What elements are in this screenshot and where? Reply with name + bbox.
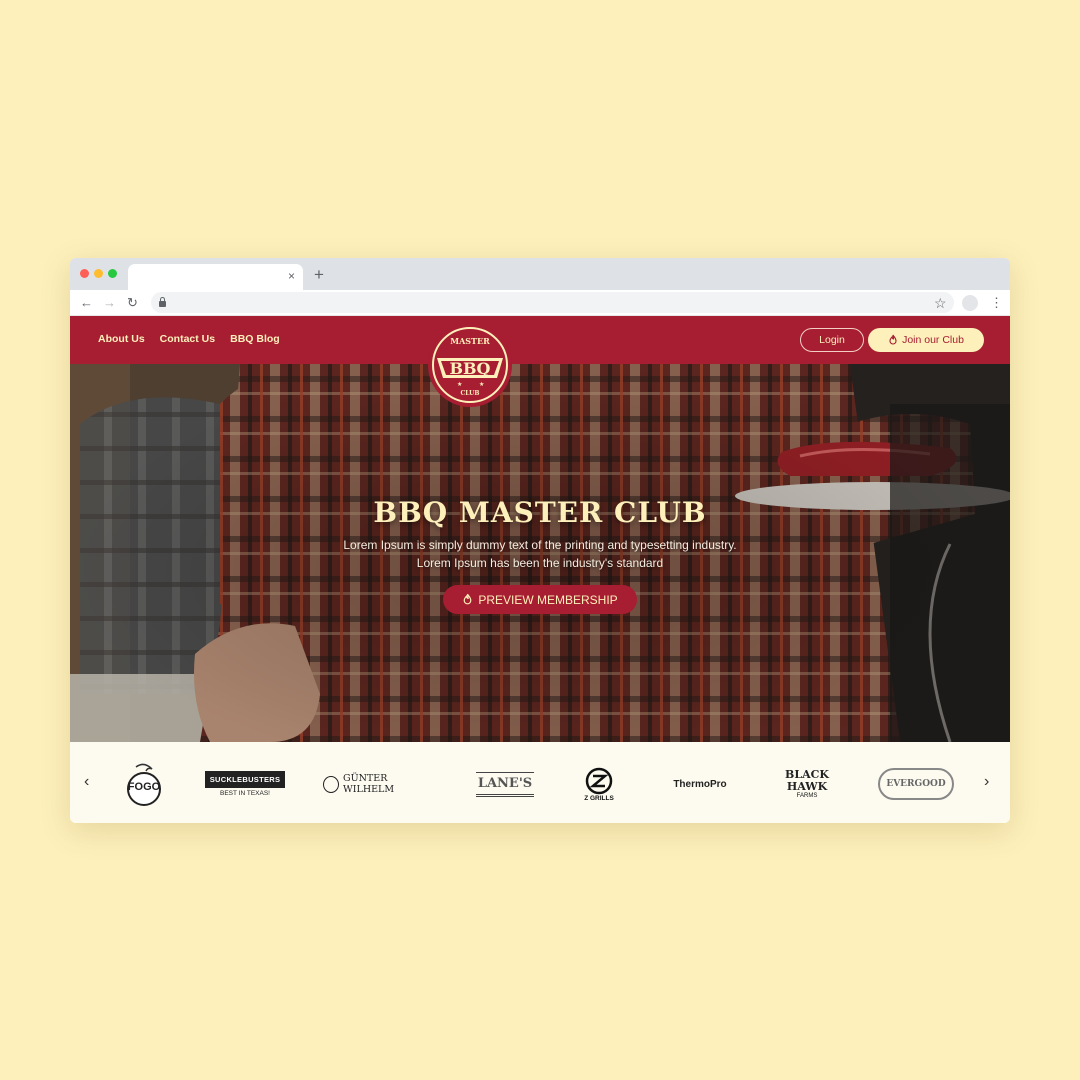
maximize-window-button[interactable]	[108, 269, 117, 278]
address-bar[interactable]	[151, 292, 954, 313]
flame-icon	[889, 334, 897, 345]
brand-sucklebusters-sub: BEST IN TEXAS!	[220, 790, 270, 797]
brand-logo-z-grills[interactable]: Z GRILLS	[577, 760, 621, 808]
brand-lanes-text: LANE'S	[475, 771, 535, 797]
hero-description: Lorem Ipsum is simply dummy text of the …	[343, 538, 737, 570]
brand-thermopro-text: ThermoPro	[673, 778, 727, 790]
close-tab-icon[interactable]: ×	[288, 268, 295, 284]
lock-icon	[159, 297, 166, 307]
browser-window: × + ← → ↻ ☆ ⋮ About Us Contact Us BBQ Bl…	[70, 258, 1010, 823]
logo-main-text: BBQ	[450, 359, 491, 378]
bookmark-star-icon[interactable]: ☆	[934, 293, 947, 313]
brand-evergood-text: EVERGOOD	[878, 768, 954, 800]
brand-logo-gunter-wilhelm[interactable]: GÜNTER WILHELM	[323, 760, 435, 808]
browser-menu-icon[interactable]: ⋮	[990, 293, 1003, 313]
svg-text:★: ★	[457, 381, 462, 388]
nav-bbq-blog[interactable]: BBQ Blog	[230, 333, 280, 345]
browser-toolbar: ← → ↻ ☆ ⋮	[70, 290, 1010, 316]
carousel-next-icon[interactable]: ›	[984, 772, 989, 792]
back-icon[interactable]: ←	[80, 293, 93, 313]
login-button[interactable]: Login	[800, 328, 864, 352]
brand-black-hawk-text: BLACK HAWK	[785, 768, 829, 793]
new-tab-icon[interactable]: +	[314, 265, 324, 285]
brand-logo-thermopro[interactable]: ThermoPro	[660, 760, 740, 808]
z-grills-emblem	[585, 767, 613, 794]
brand-logo-sucklebusters[interactable]: SUCKLEBUSTERS BEST IN TEXAS!	[204, 760, 286, 808]
brand-z-grills-text: Z GRILLS	[584, 794, 614, 802]
forward-icon[interactable]: →	[103, 293, 116, 313]
flame-icon	[463, 593, 472, 605]
carousel-prev-icon[interactable]: ‹	[84, 772, 89, 792]
svg-text:★: ★	[479, 381, 484, 388]
logo-top-text: MASTER	[450, 336, 490, 346]
nav-about-us[interactable]: About Us	[98, 333, 145, 345]
brand-gunter-wilhelm-text: GÜNTER WILHELM	[343, 773, 395, 795]
preview-membership-button[interactable]: PREVIEW MEMBERSHIP	[443, 585, 637, 614]
profile-avatar[interactable]	[962, 295, 978, 311]
brand-logo-lanes[interactable]: LANE'S	[475, 760, 535, 808]
brand-logo-fogo[interactable]: FOGO	[122, 760, 166, 808]
join-club-label: Join our Club	[902, 334, 964, 346]
brand-fogo-text: FOGO	[127, 781, 161, 793]
gunter-wilhelm-emblem	[323, 775, 340, 793]
minimize-window-button[interactable]	[94, 269, 103, 278]
brand-logo-black-hawk[interactable]: BLACK HAWK FARMS	[775, 760, 839, 808]
hero-section: BBQ MASTER CLUB Lorem Ipsum is simply du…	[70, 364, 1010, 742]
reload-icon[interactable]: ↻	[127, 293, 138, 313]
bbq-master-club-logo[interactable]: MASTER BBQ ★ ★ CLUB	[427, 322, 513, 408]
brand-logo-evergood[interactable]: EVERGOOD	[878, 760, 954, 808]
join-club-button[interactable]: Join our Club	[868, 328, 984, 352]
preview-membership-label: PREVIEW MEMBERSHIP	[478, 592, 618, 607]
tab-strip: × +	[70, 258, 1010, 290]
site-header: About Us Contact Us BBQ Blog Login Join …	[70, 316, 1010, 364]
brand-carousel: ‹ FOGO SUCKLEBUSTERS BEST IN TEXAS! GÜNT…	[70, 742, 1010, 823]
logo-bottom-text: CLUB	[461, 390, 480, 397]
brand-sucklebusters-text: SUCKLEBUSTERS	[204, 771, 286, 788]
hero-title: BBQ MASTER CLUB	[373, 496, 707, 529]
login-label: Login	[819, 334, 845, 346]
brand-black-hawk-sub: FARMS	[796, 793, 818, 799]
browser-tab[interactable]: ×	[128, 264, 303, 290]
nav-links: About Us Contact Us BBQ Blog	[98, 333, 280, 345]
nav-contact-us[interactable]: Contact Us	[160, 333, 215, 345]
close-window-button[interactable]	[80, 269, 89, 278]
